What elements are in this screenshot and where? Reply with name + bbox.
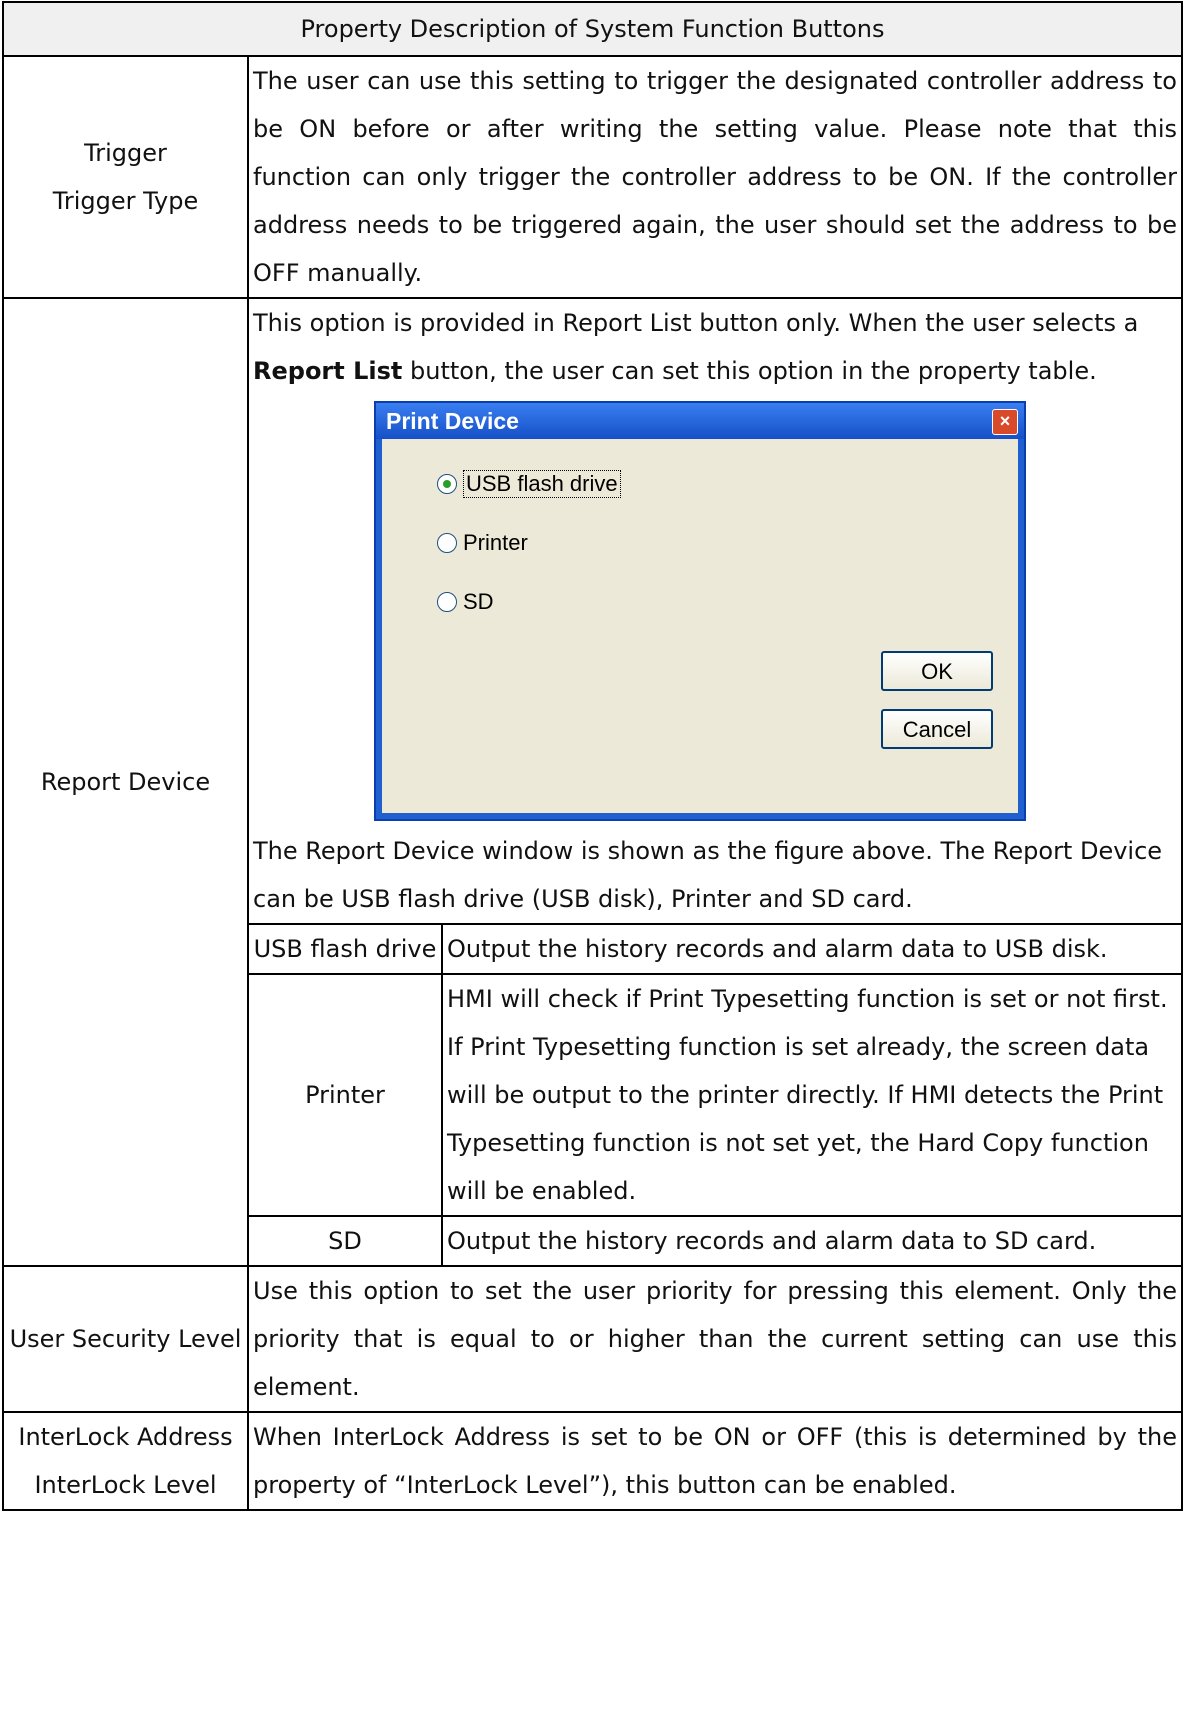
table-header: Property Description of System Function … (2, 1, 1183, 57)
user-security-description: Use this option to set the user priority… (247, 1265, 1183, 1413)
close-icon[interactable]: × (992, 409, 1018, 435)
option-row-sd: SD Output the history records and alarm … (249, 1215, 1181, 1265)
trigger-label-line1: Trigger (84, 139, 167, 167)
option-sd-name: SD (249, 1215, 443, 1265)
report-device-label: Report Device (2, 297, 249, 1267)
radio-unselected-icon (437, 533, 457, 553)
print-device-dialog: Print Device × USB flash drive Printer S… (374, 401, 1026, 821)
row-user-security: User Security Level Use this option to s… (2, 1265, 1183, 1413)
report-device-intro: This option is provided in Report List b… (249, 299, 1181, 395)
ok-button[interactable]: OK (881, 651, 993, 691)
report-device-after-figure: The Report Device window is shown as the… (253, 837, 1163, 913)
radio-printer-label: Printer (463, 530, 528, 555)
option-sd-description: Output the history records and alarm dat… (441, 1215, 1181, 1265)
cancel-button[interactable]: Cancel (881, 709, 993, 749)
user-security-label: User Security Level (2, 1265, 249, 1413)
report-device-options-table: USB flash drive Output the history recor… (249, 923, 1181, 1265)
interlock-label: InterLock Address InterLock Level (2, 1411, 249, 1511)
row-interlock: InterLock Address InterLock Level When I… (2, 1411, 1183, 1511)
option-usb-description: Output the history records and alarm dat… (441, 923, 1181, 975)
radio-sd-label: SD (463, 589, 494, 614)
intro-text-1: This option is provided in Report List b… (253, 309, 1139, 337)
trigger-description: The user can use this setting to trigger… (247, 55, 1183, 299)
radio-unselected-icon (437, 592, 457, 612)
document-page: Property Description of System Function … (0, 0, 1186, 1731)
radio-sd[interactable]: SD (437, 587, 494, 617)
row-trigger: Trigger Trigger Type The user can use th… (2, 55, 1183, 299)
option-printer-description: HMI will check if Print Typesetting func… (441, 973, 1181, 1217)
radio-printer[interactable]: Printer (437, 528, 528, 558)
intro-bold: Report List (253, 357, 403, 385)
report-device-cell: This option is provided in Report List b… (247, 297, 1183, 1267)
trigger-label: Trigger Trigger Type (2, 55, 249, 299)
radio-usb-label: USB flash drive (463, 470, 621, 498)
interlock-description: When InterLock Address is set to be ON o… (247, 1411, 1183, 1511)
option-row-printer: Printer HMI will check if Print Typesett… (249, 973, 1181, 1217)
property-table: Property Description of System Function … (2, 1, 1183, 1511)
dialog-title: Print Device (376, 403, 1024, 439)
option-row-usb: USB flash drive Output the history recor… (249, 923, 1181, 975)
radio-selected-icon (437, 474, 457, 494)
option-printer-name: Printer (249, 973, 443, 1217)
radio-usb[interactable]: USB flash drive (437, 469, 621, 499)
option-usb-name: USB flash drive (249, 923, 443, 975)
row-report-device: Report Device This option is provided in… (2, 297, 1183, 1267)
trigger-label-line2: Trigger Type (52, 187, 199, 215)
dialog-body: USB flash drive Printer SD OK Cancel (382, 439, 1018, 813)
intro-text-2: button, the user can set this option in … (402, 357, 1097, 385)
interlock-label-line1: InterLock Address (18, 1423, 233, 1451)
interlock-label-line2: InterLock Level (34, 1471, 217, 1499)
